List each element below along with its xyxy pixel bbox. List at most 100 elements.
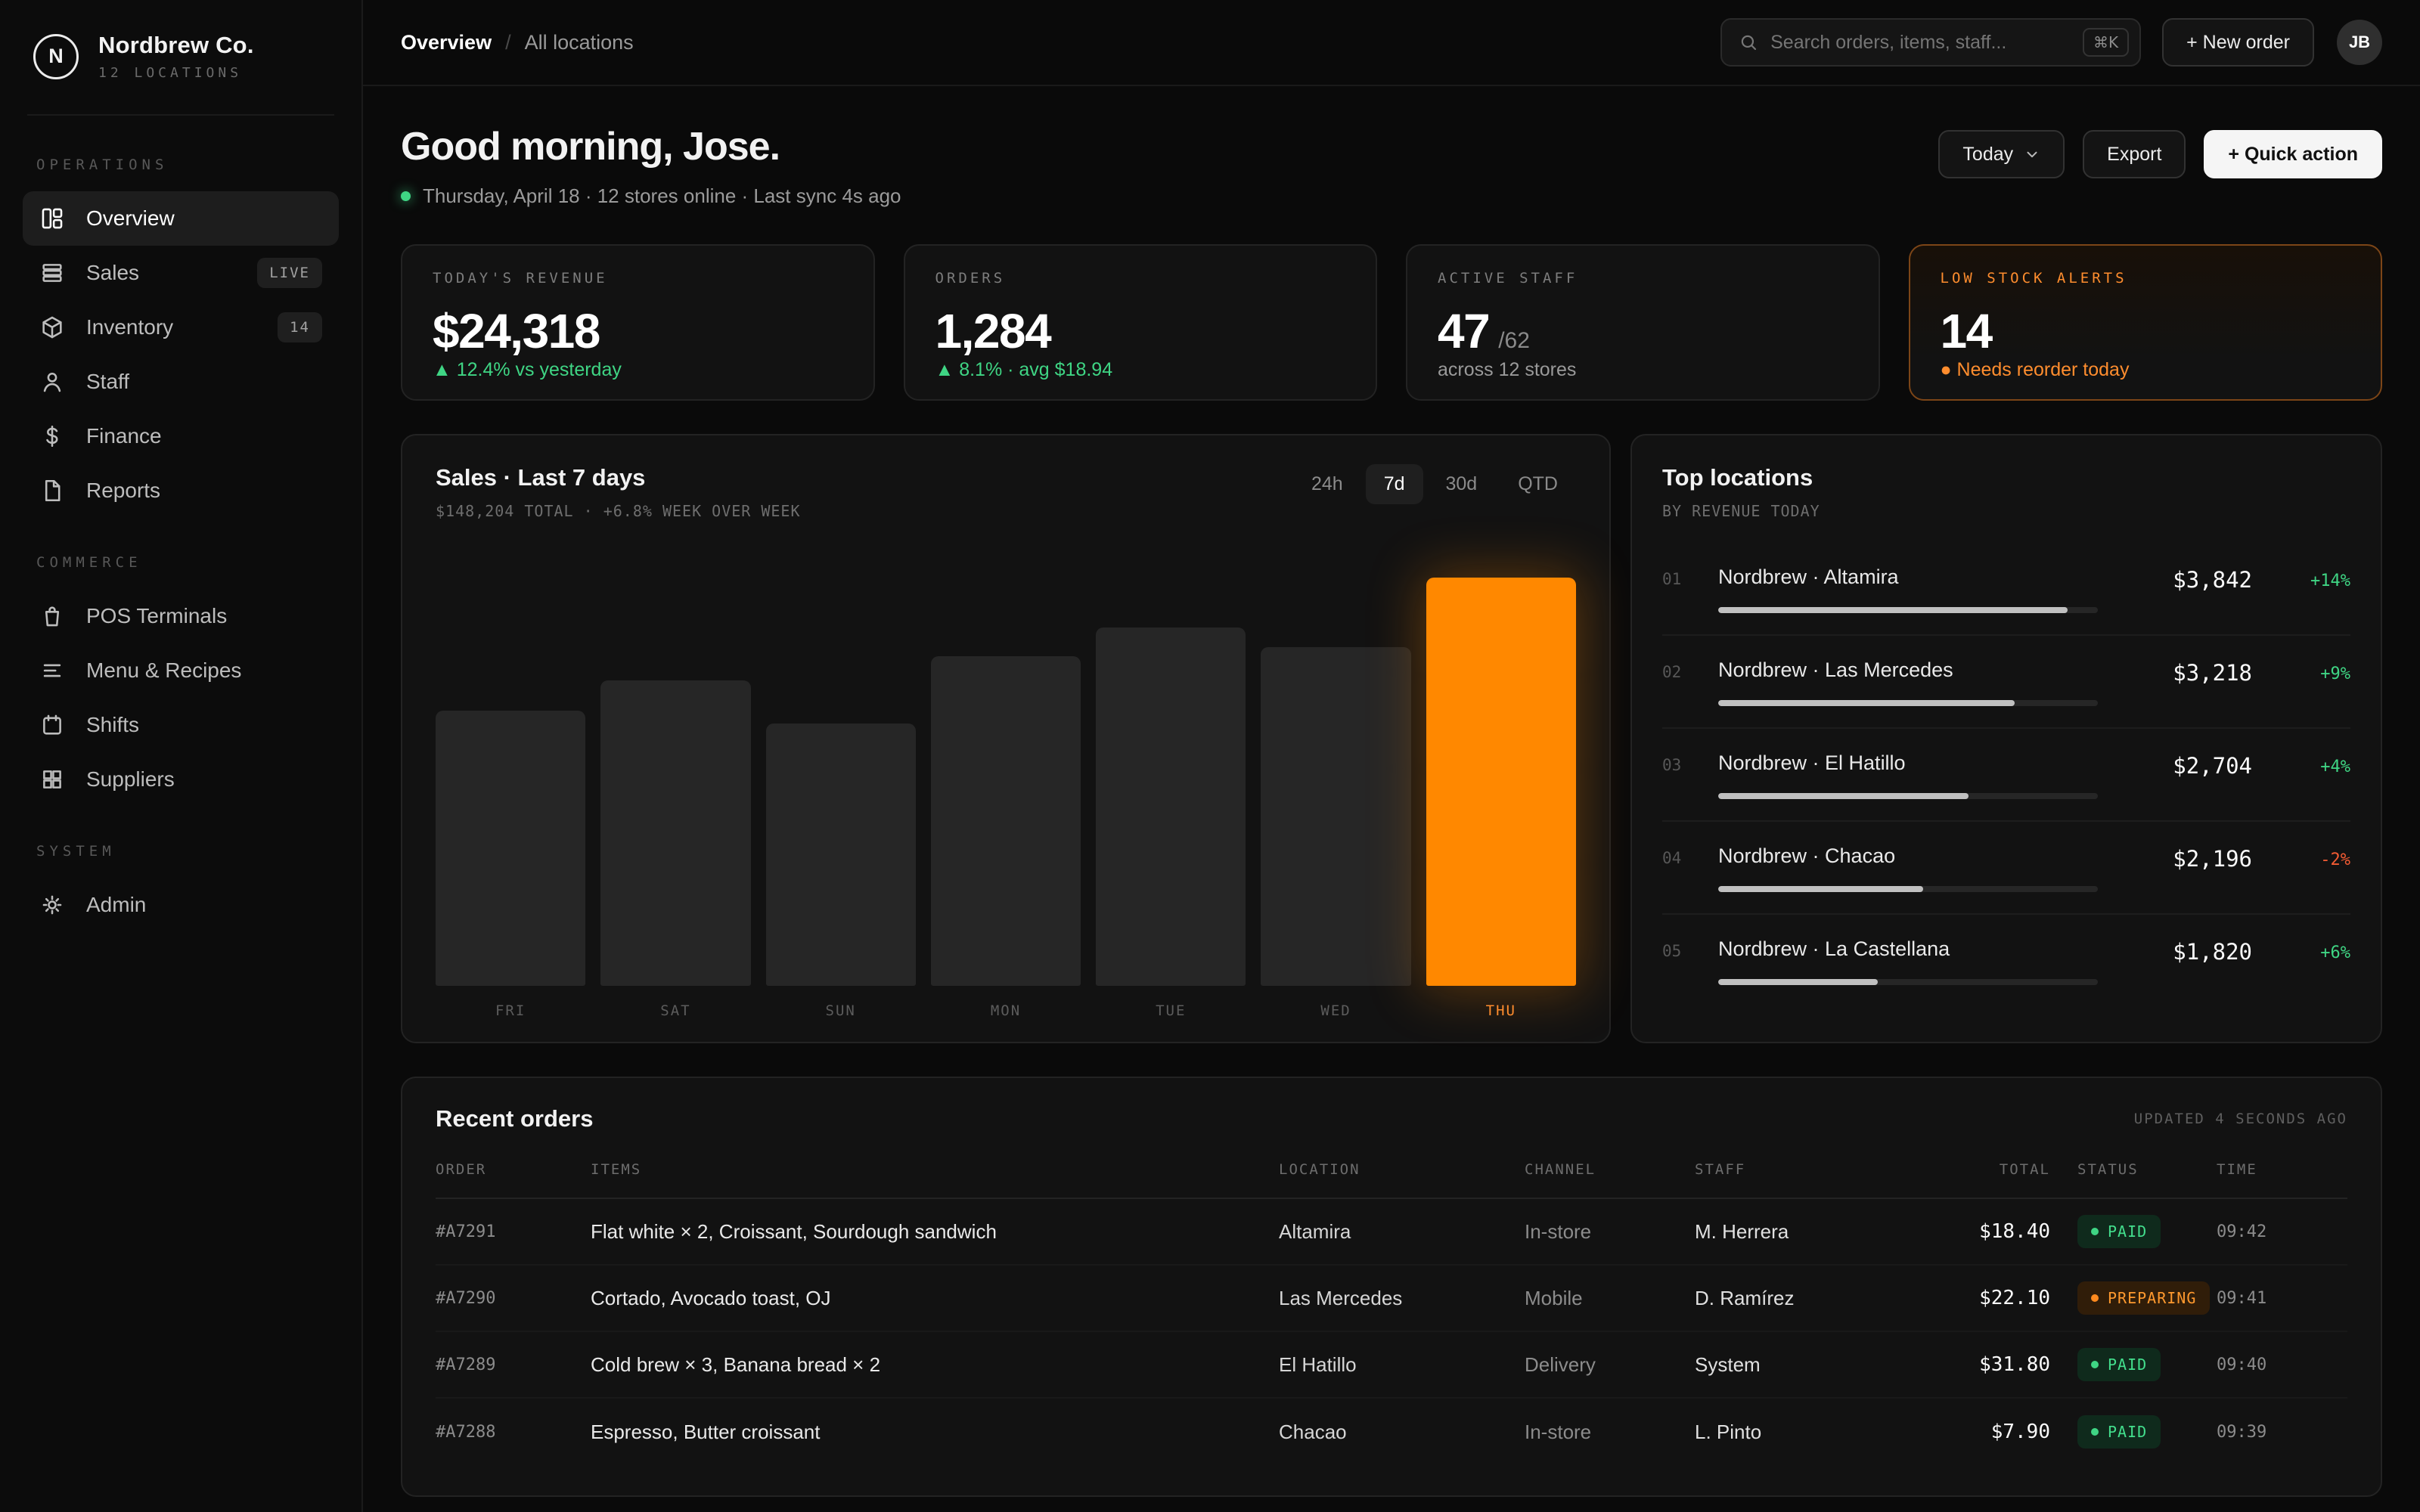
status-line: Thursday, April 18 · 12 stores online · … — [401, 184, 901, 208]
sidebar-item-staff[interactable]: Staff — [23, 355, 339, 409]
tab-24h[interactable]: 24h — [1293, 464, 1361, 504]
location-revenue: $1,820 — [2116, 937, 2252, 965]
orders-table-body: #A7291Flat white × 2, Croissant, Sourdou… — [436, 1199, 2347, 1465]
order-staff: L. Pinto — [1695, 1421, 1922, 1444]
location-progress-track — [1718, 700, 2098, 706]
order-staff: M. Herrera — [1695, 1220, 1922, 1244]
sidebar-item-reports[interactable]: Reports — [23, 463, 339, 518]
order-location: Altamira — [1279, 1220, 1525, 1244]
table-row-order-a7288[interactable]: #A7288Espresso, Butter croissantChacaoIn… — [436, 1399, 2347, 1465]
bar-fri[interactable] — [436, 711, 585, 986]
order-channel: Mobile — [1525, 1287, 1695, 1310]
sidebar-item-inventory[interactable]: Inventory14 — [23, 300, 339, 355]
x-label-wed: WED — [1261, 1002, 1410, 1019]
chart-header: Sales · Last 7 days $148,204 TOTAL · +6.… — [436, 464, 1576, 520]
bar-wed[interactable] — [1261, 647, 1410, 986]
kpi-value-suffix: /62 — [1498, 328, 1530, 354]
header-actions: Today Export + Quick action — [1938, 130, 2382, 178]
today-label: Today — [1962, 144, 2013, 166]
chart-range-tabs: 24h7d30dQTD — [1293, 464, 1576, 504]
recent-orders-title: Recent orders — [436, 1105, 593, 1132]
order-time: 09:40 — [2217, 1356, 2347, 1374]
order-time: 09:41 — [2217, 1289, 2347, 1308]
sidebar-item-finance[interactable]: Finance — [23, 409, 339, 463]
order-status-cell: PAID — [2050, 1415, 2217, 1448]
sidebar-item-label: Sales — [86, 261, 139, 285]
order-location: El Hatillo — [1279, 1353, 1525, 1377]
table-row-order-a7291[interactable]: #A7291Flat white × 2, Croissant, Sourdou… — [436, 1199, 2347, 1266]
status-dot — [2091, 1361, 2099, 1368]
content: Good morning, Jose. Thursday, April 18 ·… — [363, 86, 2420, 1512]
sidebar-item-menu-recipes[interactable]: Menu & Recipes — [23, 643, 339, 698]
sidebar-item-label: Admin — [86, 893, 146, 917]
tab-30d[interactable]: 30d — [1428, 464, 1496, 504]
location-revenue: $3,218 — [2116, 658, 2252, 686]
export-button[interactable]: Export — [2083, 130, 2186, 178]
status-label: PAID — [2108, 1356, 2147, 1374]
sidebar-item-suppliers[interactable]: Suppliers — [23, 752, 339, 807]
location-row-nordbrew-chacao[interactable]: 04Nordbrew · Chacao$2,196-2% — [1662, 822, 2350, 915]
grid-icon — [39, 206, 65, 231]
location-row-nordbrew-las-mercedes[interactable]: 02Nordbrew · Las Mercedes$3,218+9% — [1662, 636, 2350, 729]
search-input[interactable] — [1770, 32, 2071, 54]
quick-action-button[interactable]: + Quick action — [2204, 130, 2382, 178]
x-label-sun: SUN — [766, 1002, 916, 1019]
table-row-order-a7289[interactable]: #A7289Cold brew × 3, Banana bread × 2El … — [436, 1332, 2347, 1399]
kpi-delta: across 12 stores — [1438, 359, 1848, 381]
top-locations-card: Top locations BY REVENUE TODAY 01Nordbre… — [1630, 434, 2382, 1043]
search-box[interactable]: ⌘K — [1720, 18, 2141, 67]
order-items: Espresso, Butter croissant — [591, 1421, 1279, 1444]
sidebar-section-label-commerce: COMMERCE — [36, 554, 325, 571]
kpi-label: ACTIVE STAFF — [1438, 270, 1848, 287]
sidebar-item-admin[interactable]: Admin — [23, 878, 339, 932]
sidebar-item-shifts[interactable]: Shifts — [23, 698, 339, 752]
location-name: Nordbrew · La Castellana — [1718, 937, 2116, 961]
status-badge: PAID — [2077, 1215, 2161, 1248]
bar-sat[interactable] — [600, 680, 750, 986]
tab-7d[interactable]: 7d — [1366, 464, 1423, 504]
location-rank: 04 — [1662, 844, 1718, 867]
kpi-card-today-s-revenue: TODAY'S REVENUE$24,318▲ 12.4% vs yesterd… — [401, 244, 875, 401]
today-dropdown-button[interactable]: Today — [1938, 130, 2065, 178]
sidebar-item-sales[interactable]: SalesLIVE — [23, 246, 339, 300]
location-row-nordbrew-el-hatillo[interactable]: 03Nordbrew · El Hatillo$2,704+4% — [1662, 729, 2350, 822]
kpi-row: TODAY'S REVENUE$24,318▲ 12.4% vs yesterd… — [401, 244, 2382, 401]
sidebar-item-pos-terminals[interactable]: POS Terminals — [23, 589, 339, 643]
bar-tue[interactable] — [1096, 627, 1246, 986]
order-staff: D. Ramírez — [1695, 1287, 1922, 1310]
document-icon — [39, 478, 65, 503]
orders-table-header: ORDERITEMSLOCATIONCHANNELSTAFFTOTALSTATU… — [436, 1161, 2347, 1199]
breadcrumb-current[interactable]: Overview — [401, 31, 492, 54]
kpi-value-row: 14 — [1941, 303, 2351, 359]
avatar[interactable]: JB — [2337, 20, 2382, 65]
order-status-cell: PAID — [2050, 1215, 2217, 1248]
sidebar-item-overview[interactable]: Overview — [23, 191, 339, 246]
bar-thu[interactable] — [1426, 578, 1576, 986]
topbar: Overview / All locations ⌘K + New order … — [363, 0, 2420, 86]
location-row-nordbrew-la-castellana[interactable]: 05Nordbrew · La Castellana$1,820+6% — [1662, 915, 2350, 1006]
location-revenue: $2,704 — [2116, 751, 2252, 779]
order-channel: In-store — [1525, 1421, 1695, 1444]
status-text: Thursday, April 18 · 12 stores online · … — [423, 184, 901, 208]
tab-qtd[interactable]: QTD — [1500, 464, 1576, 504]
bar-sun[interactable] — [766, 723, 916, 987]
order-channel: In-store — [1525, 1220, 1695, 1244]
breadcrumb-secondary[interactable]: All locations — [525, 31, 634, 54]
recent-orders-header: Recent orders UPDATED 4 SECONDS AGO — [436, 1105, 2347, 1132]
location-progress-track — [1718, 979, 2098, 985]
order-location: Chacao — [1279, 1421, 1525, 1444]
location-main: Nordbrew · El Hatillo — [1718, 751, 2116, 799]
location-name: Nordbrew · El Hatillo — [1718, 751, 2116, 775]
sidebar-divider — [27, 114, 334, 116]
bar-mon[interactable] — [931, 656, 1081, 986]
sidebar-section-label-system: SYSTEM — [36, 843, 325, 860]
kpi-value-row: 1,284 — [935, 303, 1346, 359]
new-order-button[interactable]: + New order — [2162, 18, 2314, 67]
location-row-nordbrew-altamira[interactable]: 01Nordbrew · Altamira$3,842+14% — [1662, 543, 2350, 636]
kpi-value: 47 — [1438, 303, 1489, 359]
table-row-order-a7290[interactable]: #A7290Cortado, Avocado toast, OJLas Merc… — [436, 1266, 2347, 1332]
kpi-delta: ● Needs reorder today — [1941, 359, 2351, 381]
orders-col-header-items: ITEMS — [591, 1161, 1279, 1178]
status-dot — [2091, 1228, 2099, 1235]
sidebar-nav: OPERATIONSOverviewSalesLIVEInventory14St… — [23, 156, 339, 932]
